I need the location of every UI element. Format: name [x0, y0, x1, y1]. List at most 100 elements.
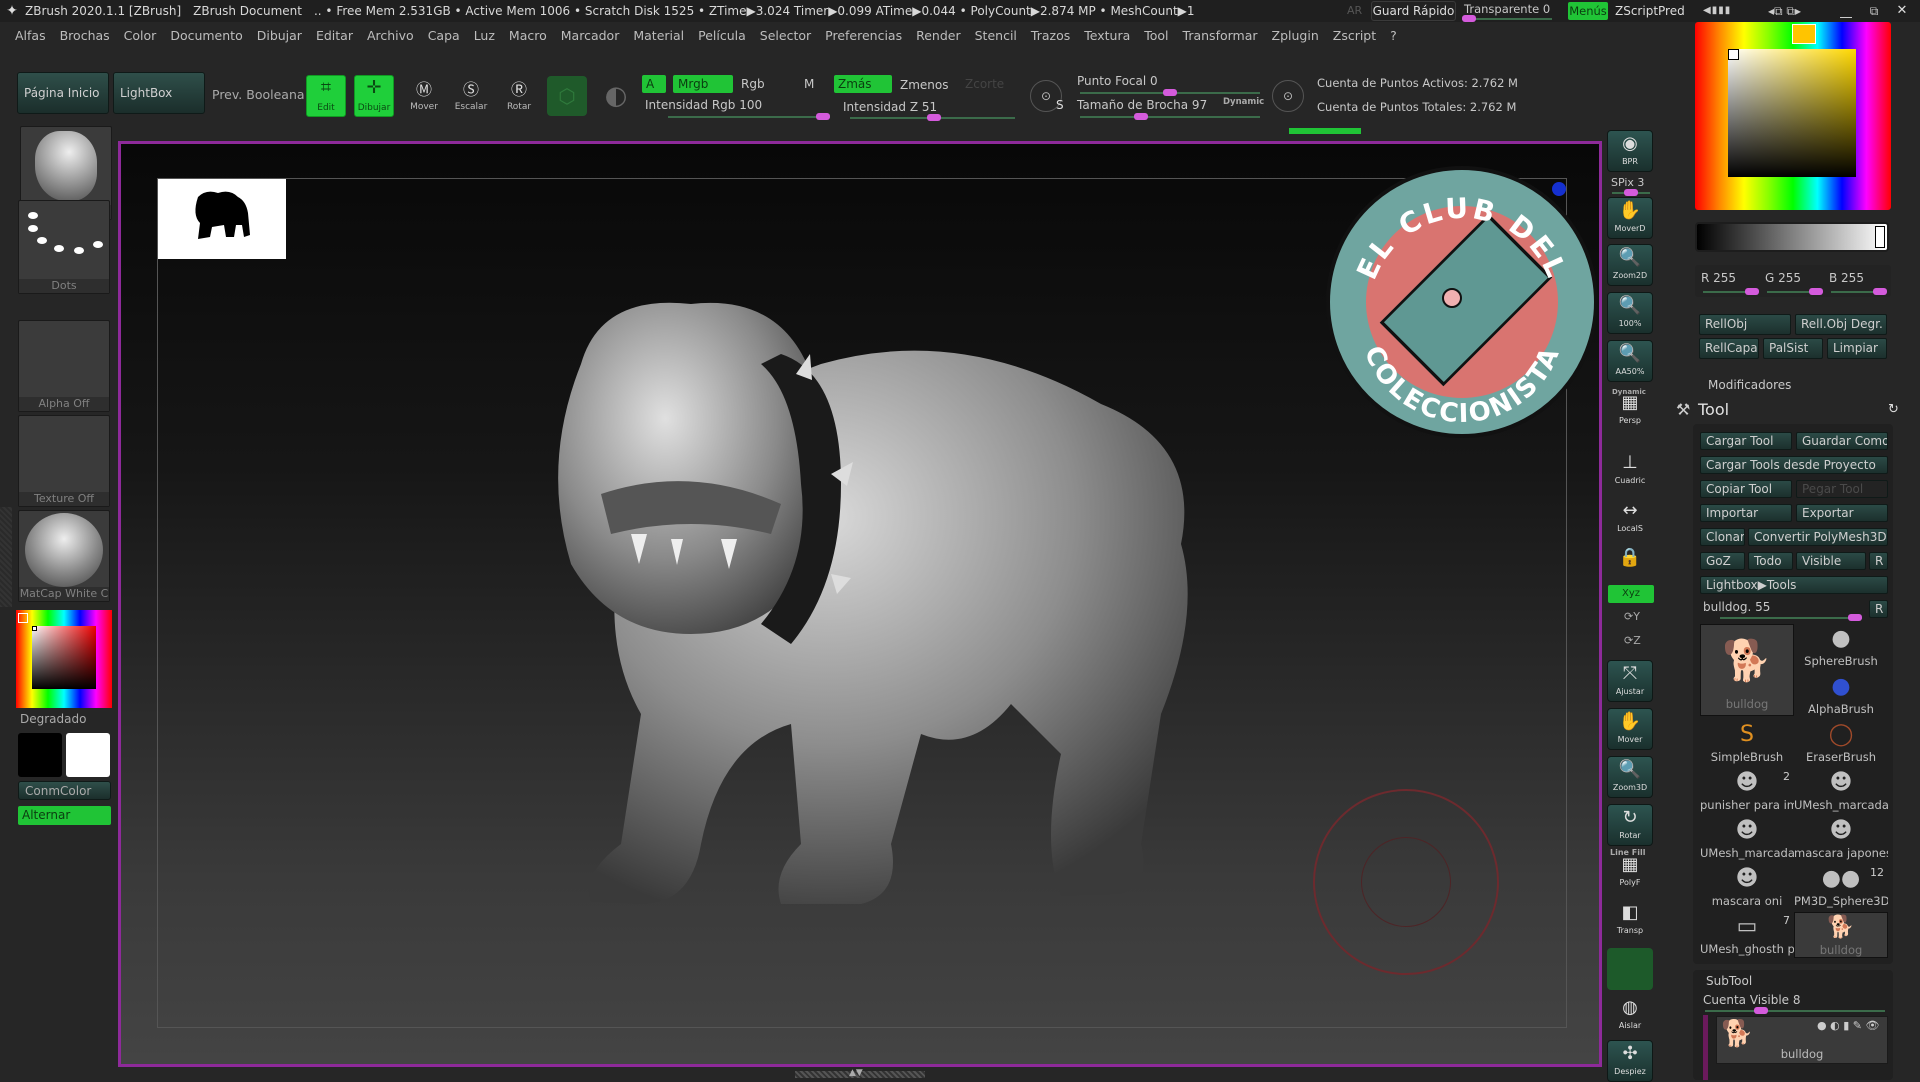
menu-item-dibujar[interactable]: Dibujar — [256, 28, 303, 43]
explode-button[interactable]: ✣ Despiez — [1607, 1040, 1653, 1082]
menu-item-capa[interactable]: Capa — [427, 28, 461, 43]
tool-item[interactable]: ☻ punisher para im 2 — [1700, 768, 1794, 814]
palette-refresh-icon[interactable]: ↻ — [1888, 402, 1899, 417]
boolean-preview-button[interactable]: Prev. Booleana — [212, 87, 305, 102]
menu-item-marcador[interactable]: Marcador — [560, 28, 621, 43]
focal-shift-knob[interactable] — [1163, 89, 1177, 96]
tool-item[interactable]: ☻ UMesh_marcada — [1700, 816, 1794, 862]
tool-item[interactable]: ●● PM3D_Sphere3D 12 — [1794, 864, 1888, 910]
goz-r-button[interactable]: R — [1869, 552, 1888, 570]
spix-slider[interactable] — [1612, 189, 1650, 196]
edit-mode-button[interactable]: ⌗ Edit — [306, 75, 346, 117]
palette-color-picker[interactable] — [1695, 22, 1891, 210]
bpr-button[interactable]: ◉ BPR — [1607, 130, 1653, 172]
m-toggle[interactable]: M — [804, 77, 814, 91]
rgb-intensity-knob[interactable] — [816, 113, 830, 120]
y-axis-toggle[interactable]: ⟳Y — [1624, 610, 1640, 623]
menu-item-[interactable]: ? — [1389, 28, 1398, 43]
load-tools-project-button[interactable]: Cargar Tools desde Proyecto — [1700, 456, 1888, 474]
lightbox-button[interactable]: LightBox — [113, 72, 205, 114]
move-mode-button[interactable]: Ⓜ Mover — [404, 78, 444, 118]
minimize-icon[interactable]: ⎽ — [1835, 2, 1857, 20]
document-canvas[interactable]: EL CLUB DEL COLECCIONISTA — [118, 141, 1602, 1067]
current-tool-r-button[interactable]: R — [1869, 600, 1888, 618]
menu-item-editar[interactable]: Editar — [315, 28, 354, 43]
reference-thumbnail[interactable] — [158, 179, 286, 259]
tool-item[interactable]: ▭ UMesh_ghosth p 7 — [1700, 912, 1794, 958]
menu-item-macro[interactable]: Macro — [508, 28, 548, 43]
texture-selector[interactable]: Texture Off — [18, 415, 110, 507]
zscript-default-button[interactable]: ZScriptPred — [1612, 2, 1700, 20]
lightbox-tools-button[interactable]: Lightbox▶Tools — [1700, 576, 1888, 594]
z-intensity-slider[interactable] — [850, 114, 1015, 121]
menu-item-preferencias[interactable]: Preferencias — [824, 28, 903, 43]
menu-item-textura[interactable]: Textura — [1083, 28, 1131, 43]
load-tool-button[interactable]: Cargar Tool — [1700, 432, 1792, 450]
close-icon[interactable]: ✕ — [1891, 2, 1913, 20]
z-intensity-knob[interactable] — [927, 114, 941, 121]
menu-item-archivo[interactable]: Archivo — [366, 28, 415, 43]
tool-item[interactable]: ● AlphaBrush — [1794, 672, 1888, 718]
fill-object-button[interactable]: RellObj — [1699, 314, 1791, 335]
tool-item[interactable]: ☻ mascara japonesa — [1794, 816, 1888, 862]
system-palette-button[interactable]: PalSist — [1763, 338, 1823, 359]
material-sphere-icon[interactable]: ◐ — [598, 78, 634, 114]
dynamic-toggle[interactable]: Dynamic — [1223, 97, 1264, 107]
polyframe-button[interactable]: ▦ PolyF — [1607, 852, 1653, 894]
menu-item-trazos[interactable]: Trazos — [1030, 28, 1071, 43]
ghost-toggle[interactable] — [1607, 948, 1653, 990]
blue-slider[interactable] — [1831, 288, 1887, 295]
tool-item[interactable]: 🐕 bulldog — [1794, 912, 1888, 958]
draw-size-icon[interactable]: ⊙ — [1272, 80, 1304, 112]
menu-item-color[interactable]: Color — [123, 28, 158, 43]
red-slider[interactable] — [1703, 288, 1759, 295]
collapse-arrows-icon[interactable]: ▲▼ — [849, 1068, 863, 1078]
left-shelf-collapse-handle[interactable] — [0, 507, 12, 607]
subtool-item[interactable]: 🐕 ● ◐ ▮ ✎ 👁 bulldog — [1716, 1016, 1888, 1064]
perspective-button[interactable]: ▦ Persp — [1607, 390, 1653, 432]
material-selector[interactable]: MatCap White C — [18, 510, 110, 602]
hue-marker[interactable] — [18, 613, 28, 623]
bulldog-3d-model[interactable] — [541, 284, 1401, 944]
antialias-half-button[interactable]: 🔍 AA50% — [1607, 340, 1653, 382]
home-page-button[interactable]: Página Inicio — [17, 72, 109, 114]
menu-item-documento[interactable]: Documento — [169, 28, 243, 43]
zcut-toggle[interactable]: Zcorte — [965, 77, 1004, 91]
mrgb-toggle[interactable]: Mrgb — [673, 75, 733, 93]
subtool-scrollbar[interactable] — [1703, 1015, 1708, 1080]
goz-button[interactable]: GoZ — [1700, 552, 1745, 570]
transparent-slider[interactable]: Transparente 0 — [1462, 1, 1557, 22]
tool-item[interactable]: 🐕 bulldog — [1700, 624, 1794, 716]
draw-mode-button[interactable]: ✛ Dibujar — [354, 75, 394, 117]
gradient-toggle[interactable]: Degradado — [20, 712, 86, 726]
a-toggle[interactable]: A — [642, 75, 666, 93]
menu-item-zscript[interactable]: Zscript — [1332, 28, 1377, 43]
menu-item-selector[interactable]: Selector — [759, 28, 812, 43]
tool-item[interactable]: S SimpleBrush — [1700, 720, 1794, 766]
rgb-intensity-slider[interactable] — [668, 113, 830, 120]
menu-item-brochas[interactable]: Brochas — [59, 28, 111, 43]
layout-scroll-icons[interactable]: ◀▮▮▮ ▮▮▮▶ — [1703, 2, 1758, 34]
alpha-selector[interactable]: Alpha Off — [18, 320, 110, 412]
tool-item[interactable]: ☻ mascara oni — [1700, 864, 1794, 910]
transparency-button[interactable]: ◧ Transp — [1607, 900, 1653, 942]
alternate-toggle[interactable]: Alternar — [18, 806, 111, 825]
menu-item-stencil[interactable]: Stencil — [974, 28, 1018, 43]
value-gradient-slider[interactable] — [1695, 222, 1889, 252]
fill-object-gradient-button[interactable]: Rell.Obj Degr. — [1795, 314, 1887, 335]
menu-item-luz[interactable]: Luz — [473, 28, 496, 43]
color-picker[interactable] — [16, 610, 112, 708]
save-as-button[interactable]: Guardar Como — [1796, 432, 1888, 450]
menu-item-material[interactable]: Material — [632, 28, 685, 43]
menu-item-render[interactable]: Render — [915, 28, 962, 43]
clone-button[interactable]: Clonar — [1700, 528, 1745, 546]
transparent-knob[interactable] — [1462, 15, 1476, 22]
menu-item-tool[interactable]: Tool — [1143, 28, 1169, 43]
menus-toggle[interactable]: Menús — [1568, 2, 1608, 20]
main-color-swatch[interactable] — [18, 733, 62, 777]
color-square[interactable] — [32, 626, 96, 689]
current-tool-slider[interactable] — [1720, 614, 1862, 621]
zoom-3d-button[interactable]: 🔍 Zoom3D — [1607, 756, 1653, 798]
switch-color-button[interactable]: ConmColor — [18, 781, 111, 800]
green-slider[interactable] — [1767, 288, 1823, 295]
